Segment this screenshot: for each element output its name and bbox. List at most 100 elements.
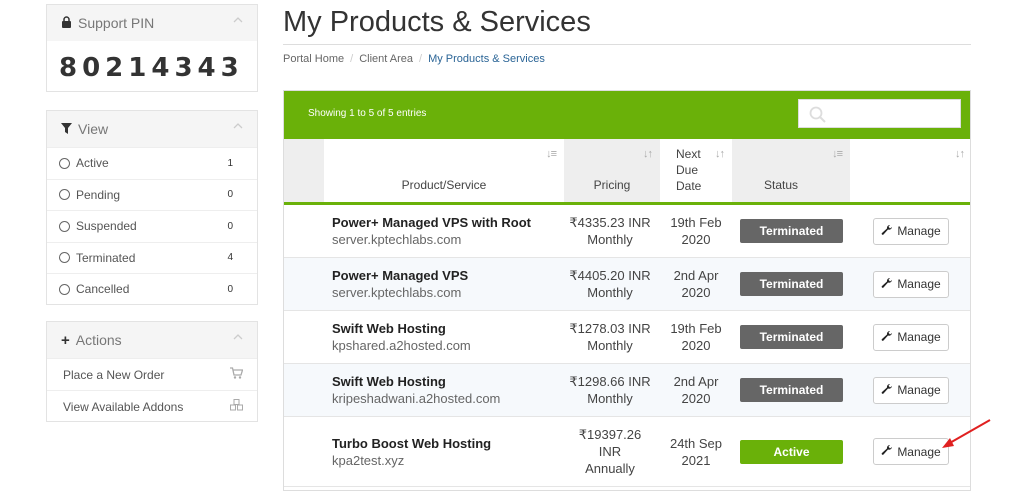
view-item-count: 1 <box>227 157 233 169</box>
manage-button[interactable]: Manage <box>873 270 949 298</box>
status-cell: Terminated <box>740 364 843 416</box>
product-domain: server.kptechlabs.com <box>332 285 462 300</box>
actions-panel: + Actions Place a New Order View Availab… <box>46 321 258 422</box>
manage-label: Manage <box>897 224 941 238</box>
header-status[interactable]: ↓≡ Status <box>732 139 850 202</box>
cubes-icon <box>230 399 243 414</box>
view-item-pending[interactable]: Pending 0 <box>47 178 257 211</box>
chevron-up-icon[interactable] <box>233 15 243 25</box>
header-product-service[interactable]: ↓≡ Product/Service <box>324 139 564 202</box>
entries-info: Showing 1 to 5 of 5 entries <box>308 108 427 119</box>
actions-header[interactable]: + Actions <box>47 322 257 358</box>
product-cell: Swift Web Hosting kripeshadwani.a2hosted.… <box>332 364 562 416</box>
header-actions[interactable]: ↓↑ <box>850 139 970 202</box>
support-pin-header[interactable]: Support PIN <box>47 5 257 41</box>
place-new-order-link[interactable]: Place a New Order <box>47 358 257 390</box>
header-pricing[interactable]: ↓↑ Pricing <box>564 139 660 202</box>
radio-icon[interactable] <box>59 157 70 169</box>
cart-icon <box>230 367 244 382</box>
table-row[interactable]: Swift Web Hosting kripeshadwani.a2hosted.… <box>284 364 970 417</box>
billing-cycle: Monthly <box>587 232 633 247</box>
price-currency: INR <box>598 444 622 459</box>
view-title: View <box>78 121 109 137</box>
title-divider <box>283 44 971 45</box>
due-year: 2020 <box>681 338 711 353</box>
status-cell: Terminated <box>740 311 843 363</box>
status-cell: Terminated <box>740 258 843 310</box>
view-available-addons-link[interactable]: View Available Addons <box>47 390 257 422</box>
billing-cycle: Monthly <box>587 285 633 300</box>
support-pin-title: Support PIN <box>78 15 155 31</box>
radio-icon[interactable] <box>59 283 70 295</box>
plus-icon: + <box>61 331 70 349</box>
product-name: Power+ Managed VPS with Root <box>332 215 531 230</box>
product-domain: kripeshadwani.a2hosted.com <box>332 391 501 406</box>
product-domain: kpa2test.xyz <box>332 452 405 468</box>
due-date-cell: 2nd Apr 2020 <box>664 258 728 310</box>
billing-cycle: Monthly <box>587 391 633 406</box>
table-search-input[interactable] <box>798 99 961 128</box>
wrench-icon <box>881 224 893 239</box>
price: ₹19397.26 <box>578 427 642 442</box>
product-cell: Swift Web Hosting kpshared.a2hosted.com <box>332 311 562 363</box>
support-pin-value: 80214343 <box>59 53 244 83</box>
wrench-icon <box>881 383 893 398</box>
sort-icon: ↓↑ <box>715 148 725 160</box>
actions-title: Actions <box>75 332 122 348</box>
view-item-active[interactable]: Active 1 <box>47 147 257 179</box>
chevron-up-icon[interactable] <box>233 121 243 131</box>
header-next-due-date[interactable]: ↓↑ Next Due Date <box>660 139 732 202</box>
search-icon <box>809 106 827 129</box>
pricing-cell: ₹1278.03 INR Monthly <box>560 311 660 363</box>
table-row[interactable]: Power+ Managed VPS server.kptechlabs.com … <box>284 258 970 311</box>
action-cell: Manage <box>873 311 949 363</box>
radio-icon[interactable] <box>59 252 70 264</box>
due-date: 24th Sep <box>669 435 723 451</box>
due-year: 2020 <box>681 391 711 406</box>
table-toolbar: Showing 1 to 5 of 5 entries <box>284 91 970 139</box>
radio-icon[interactable] <box>59 189 70 201</box>
price: ₹4405.20 INR <box>569 268 651 283</box>
sort-icon: ↓↑ <box>955 148 965 160</box>
table-row[interactable]: Swift Web Hosting kpshared.a2hosted.com ₹… <box>284 311 970 364</box>
view-item-count: 0 <box>227 189 233 201</box>
view-item-label: Suspended <box>76 219 137 234</box>
pricing-cell: ₹4405.20 INR Monthly <box>560 258 660 310</box>
status-cell: Terminated <box>740 205 843 257</box>
status-badge: Terminated <box>740 378 843 402</box>
wrench-icon <box>881 277 893 292</box>
sort-desc-icon: ↓≡ <box>546 148 557 160</box>
breadcrumb-client-area[interactable]: Client Area <box>359 53 413 65</box>
breadcrumb-portal-home[interactable]: Portal Home <box>283 53 344 65</box>
due-year: 2020 <box>681 285 711 300</box>
chevron-up-icon[interactable] <box>233 332 243 342</box>
table-row[interactable]: Power+ Managed VPS with Root server.kptec… <box>284 205 970 258</box>
due-date-cell: 19th Feb 2020 <box>664 311 728 363</box>
action-label: View Available Addons <box>63 399 184 414</box>
view-item-count: 0 <box>227 220 233 232</box>
product-domain: server.kptechlabs.com <box>332 232 462 247</box>
manage-button[interactable]: Manage <box>873 376 949 404</box>
view-item-count: 4 <box>227 252 233 264</box>
view-item-suspended[interactable]: Suspended 0 <box>47 210 257 242</box>
breadcrumb-separator: / <box>350 53 354 65</box>
header-due-line: Date <box>676 179 702 193</box>
status-badge: Active <box>740 439 843 464</box>
header-due-line: Due <box>676 163 699 177</box>
due-date-cell: 19th Feb 2020 <box>664 205 728 257</box>
product-cell: Power+ Managed VPS server.kptechlabs.com <box>332 258 562 310</box>
radio-icon[interactable] <box>59 220 70 232</box>
due-date-cell: 2nd Apr 2020 <box>664 364 728 416</box>
wrench-icon <box>881 330 893 345</box>
view-item-label: Active <box>76 156 109 171</box>
action-label: Place a New Order <box>63 367 165 382</box>
page-title: My Products & Services <box>283 6 591 38</box>
view-item-terminated[interactable]: Terminated 4 <box>47 241 257 274</box>
view-header[interactable]: View <box>47 111 257 147</box>
manage-button[interactable]: Manage <box>873 323 949 351</box>
pricing-cell: ₹19397.26 INR Annually <box>560 417 660 486</box>
manage-button[interactable]: Manage <box>873 217 949 245</box>
table-row[interactable]: Turbo Boost Web Hosting kpa2test.xyz ₹193… <box>284 417 970 487</box>
price: ₹1298.66 INR <box>569 374 651 389</box>
view-item-cancelled[interactable]: Cancelled 0 <box>47 273 257 305</box>
